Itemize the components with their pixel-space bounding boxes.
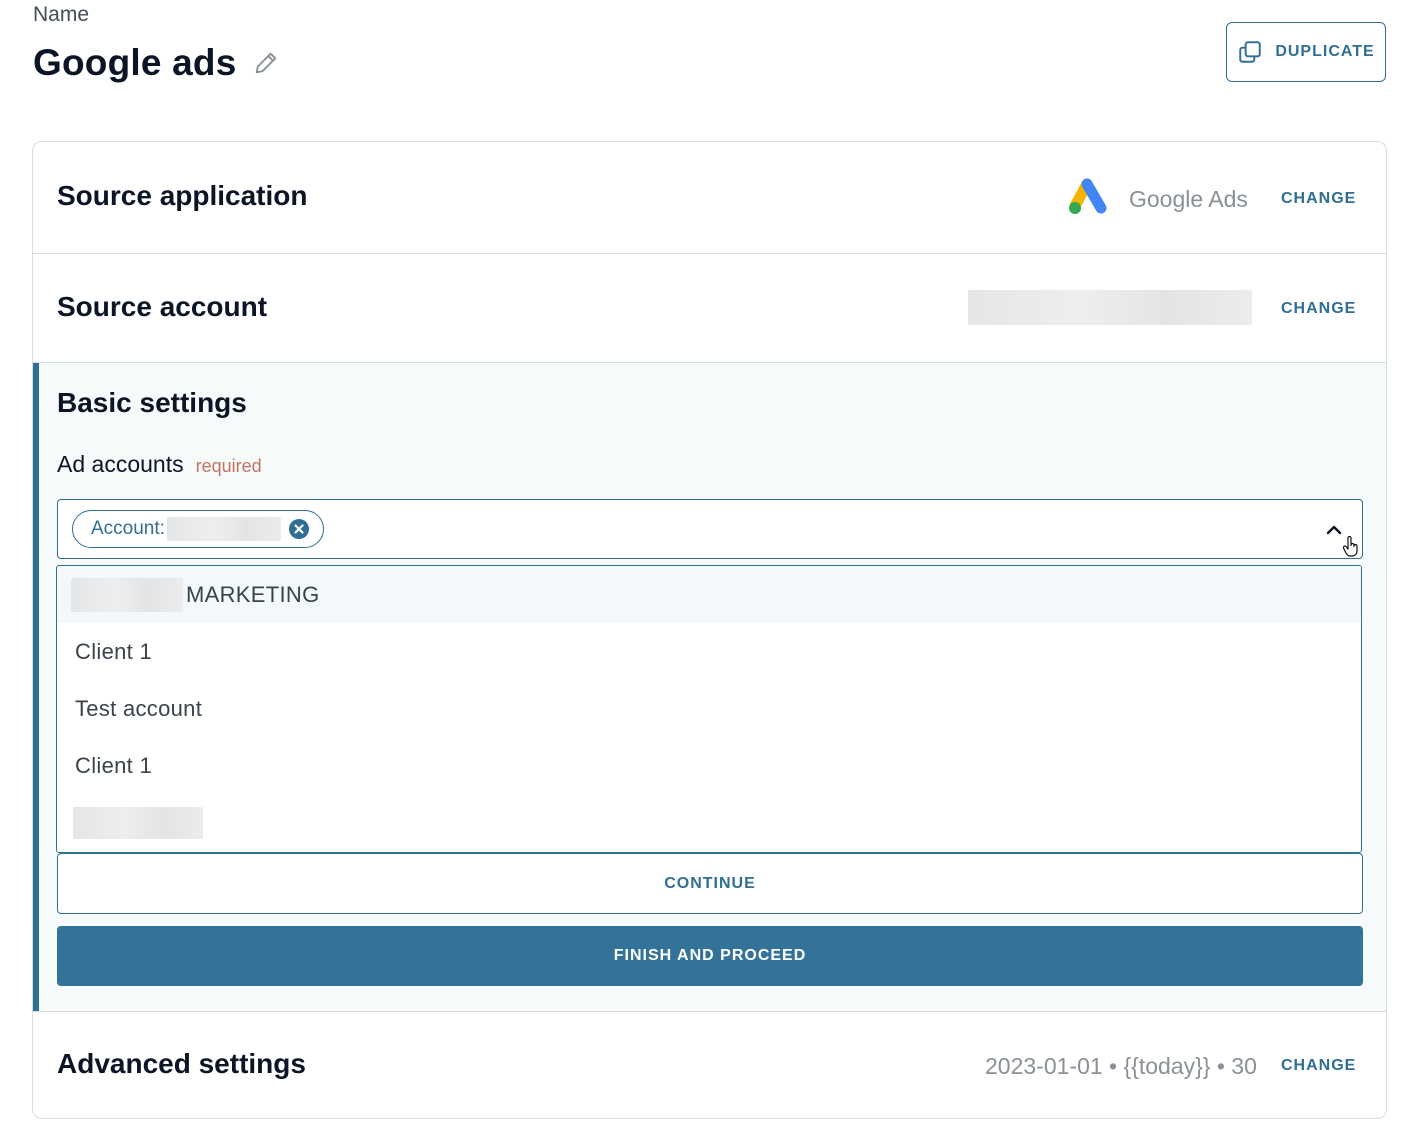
continue-button[interactable]: CONTINUE (57, 853, 1363, 914)
source-account-change-link[interactable]: CHANGE (1281, 300, 1356, 318)
option-label: Client 1 (75, 752, 152, 778)
dropdown-option[interactable]: Test account (57, 680, 1361, 737)
duplicate-button[interactable]: DUPLICATE (1226, 22, 1386, 82)
source-account-title: Source account (57, 291, 268, 322)
source-application-change-link[interactable]: CHANGE (1281, 190, 1356, 208)
chip-label: Account: (91, 518, 165, 539)
chevron-up-icon[interactable] (1324, 520, 1344, 540)
settings-card: Source application Google Ads CHANGE Sou… (32, 141, 1387, 1119)
copy-icon (1237, 39, 1263, 65)
source-account-value (968, 290, 1252, 325)
required-indicator: required (195, 456, 262, 476)
option-label: MARKETING (186, 581, 320, 607)
dropdown-option[interactable] (57, 794, 1361, 851)
divider (33, 1011, 1386, 1012)
advanced-settings-change-link[interactable]: CHANGE (1281, 1057, 1356, 1075)
ad-accounts-dropdown: MARKETING Client 1 Test account Client 1 (56, 565, 1362, 853)
hand-pointer-icon (1342, 535, 1360, 558)
advanced-settings-summary: 2023-01-01 • {{today}} • 30 (985, 1053, 1257, 1079)
title-row: Google ads (33, 42, 280, 84)
dropdown-option[interactable]: MARKETING (57, 566, 1361, 623)
close-circle-icon[interactable] (288, 519, 309, 539)
active-section-indicator (33, 363, 39, 1011)
duplicate-label: DUPLICATE (1275, 43, 1375, 60)
dropdown-option[interactable]: Client 1 (57, 623, 1361, 680)
ad-accounts-label: Ad accounts (57, 451, 184, 477)
name-label: Name (33, 3, 90, 26)
option-label: Client 1 (75, 638, 152, 664)
dropdown-option[interactable]: Client 1 (57, 737, 1361, 794)
option-account-value (73, 806, 203, 839)
option-label: Test account (75, 695, 203, 721)
source-app-name: Google Ads (1129, 186, 1248, 212)
selected-account-chip: Account: (72, 510, 324, 548)
option-account-prefix (71, 577, 183, 612)
chip-account-value (166, 517, 281, 541)
finish-and-proceed-button[interactable]: FINISH AND PROCEED (57, 926, 1363, 986)
advanced-settings-title: Advanced settings (57, 1048, 306, 1079)
google-ads-logo-icon (1067, 178, 1111, 218)
source-application-title: Source application (57, 180, 308, 211)
basic-settings-title: Basic settings (57, 387, 247, 418)
ad-accounts-label-row: Ad accounts required (57, 451, 262, 478)
pencil-icon[interactable] (252, 49, 280, 77)
ad-accounts-select[interactable]: Account: (57, 499, 1363, 559)
page-title: Google ads (33, 42, 237, 83)
divider (33, 253, 1386, 254)
